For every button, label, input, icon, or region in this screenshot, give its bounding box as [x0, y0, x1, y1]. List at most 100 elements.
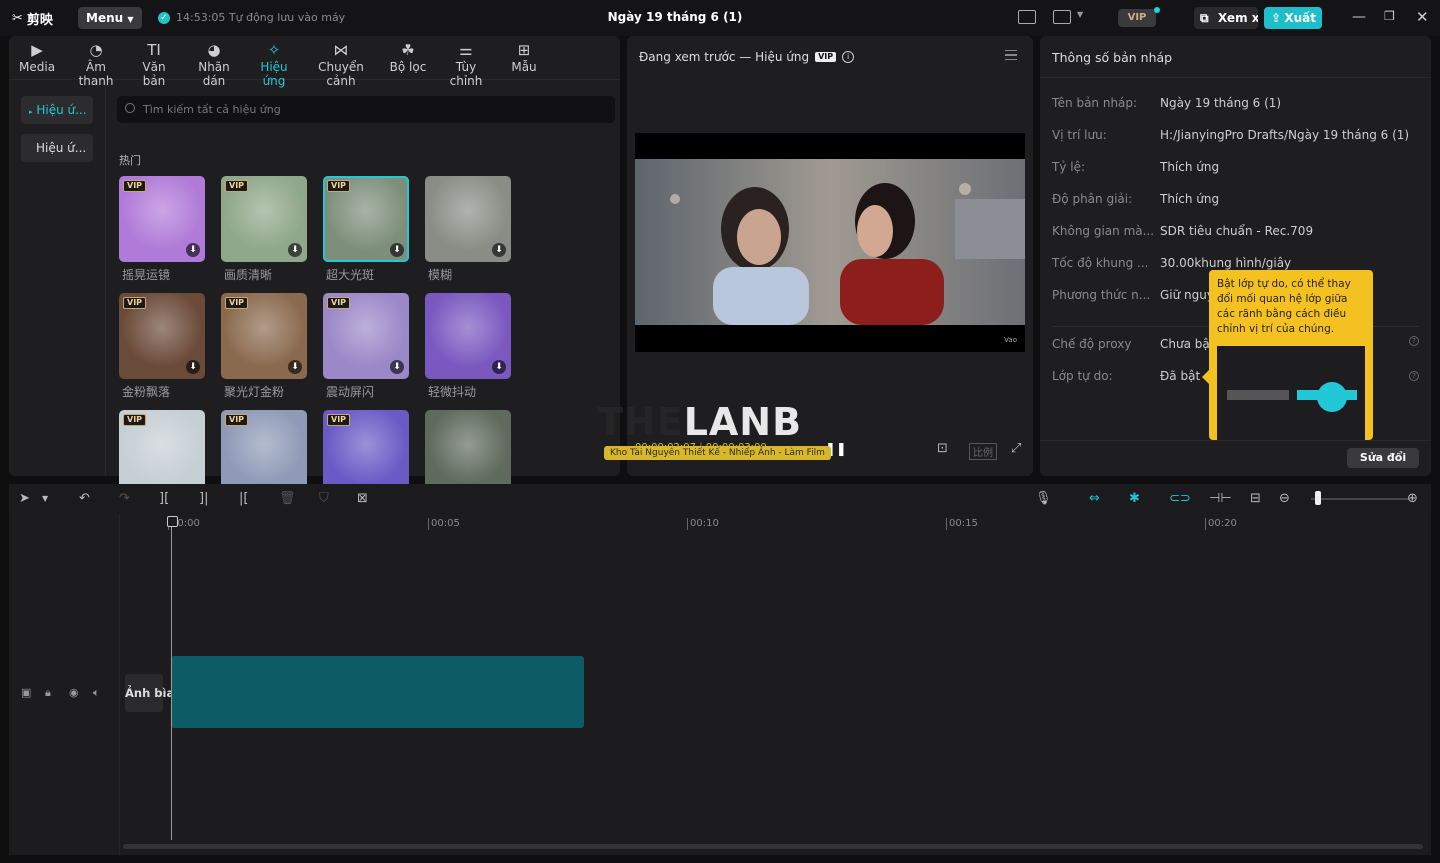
tab-template[interactable]: ⊞ Mẫu — [509, 40, 539, 74]
effect-thumbnail[interactable]: ⬇ — [425, 293, 511, 379]
split-icon[interactable]: ][ — [159, 491, 169, 507]
export-button[interactable]: ⇪ Xuất — [1264, 7, 1322, 29]
tab-transition[interactable]: ⋈ Chuyển cảnh — [306, 40, 376, 88]
playhead[interactable] — [167, 516, 178, 840]
tab-media[interactable]: ▶ Media — [19, 40, 55, 74]
cover-track-icon[interactable]: ▣ — [21, 686, 31, 699]
properties-header: Thông số bản nháp — [1040, 36, 1431, 78]
tab-filter[interactable]: ☘ Bộ lọc — [389, 40, 427, 74]
download-icon[interactable]: ⬇ — [390, 243, 404, 257]
subnav-effects-2[interactable]: Hiệu ứ... — [21, 134, 93, 162]
preview-axis-icon[interactable]: ⊟ — [1250, 491, 1261, 507]
select-cursor-icon[interactable]: ➤ — [19, 491, 30, 507]
help-icon[interactable]: ? — [1409, 336, 1419, 346]
ruler-tick: 00:15 — [946, 518, 978, 530]
title-bar: ✂ 剪映 Menu ▼ ✓ 14:53:05 Tự động lưu vào m… — [0, 0, 1440, 36]
zoom-in-icon[interactable]: ⊕ — [1407, 491, 1418, 507]
media-icon: ▶ — [31, 41, 43, 59]
property-label: Lớp tự do: — [1052, 369, 1113, 383]
text-icon: TI — [147, 41, 161, 59]
lanb-watermark-logo: THELANB — [597, 400, 802, 444]
layout-icon[interactable] — [1053, 10, 1071, 24]
zoom-out-icon[interactable]: ⊖ — [1279, 491, 1290, 507]
effect-label: 画质清晰 — [224, 268, 273, 282]
delete-icon[interactable]: 🗑 — [279, 491, 296, 507]
download-icon[interactable]: ⬇ — [390, 360, 404, 374]
undo-icon[interactable]: ↶ — [79, 491, 90, 507]
redo-icon[interactable]: ↷ — [119, 491, 130, 507]
effect-thumbnail[interactable]: VIP ⬇ — [221, 176, 307, 262]
effect-thumbnail[interactable]: VIP ⬇ — [323, 176, 409, 262]
effect-label: 模糊 — [428, 268, 453, 282]
effect-thumbnail[interactable]: VIP ⬇ — [119, 293, 205, 379]
magnet-icon[interactable]: ✱ — [1129, 491, 1140, 507]
effect-label: 震动屏闪 — [326, 385, 375, 399]
effect-thumbnail[interactable]: VIP ⬇ — [119, 176, 205, 262]
download-icon[interactable]: ⬇ — [186, 243, 200, 257]
chevron-down-icon[interactable]: ▼ — [42, 491, 48, 507]
tab-effects[interactable]: ✧ Hiệu ứng — [248, 40, 300, 88]
effect-thumbnail[interactable]: ⬇ — [425, 176, 511, 262]
search-input[interactable]: Tìm kiếm tất cả hiệu ứng — [117, 96, 615, 123]
effect-thumbnail[interactable]: VIP ⬇ — [221, 293, 307, 379]
vip-badge: VIP — [123, 180, 147, 192]
chevron-down-icon[interactable]: ▼ — [1077, 10, 1083, 19]
zoom-slider[interactable] — [1311, 498, 1409, 500]
split-screen-icon[interactable]: ⊣⊢ — [1209, 491, 1232, 507]
review-button[interactable]: ⧉ Xem xét — [1194, 7, 1258, 29]
cover-button[interactable]: Ảnh bìa — [125, 674, 174, 712]
minimize-icon[interactable]: — — [1352, 9, 1366, 25]
split-right-icon[interactable]: |[ — [239, 491, 248, 507]
video-clip[interactable] — [171, 656, 584, 728]
shield-icon[interactable]: ⛉ — [319, 491, 329, 507]
notification-dot — [1154, 7, 1160, 13]
subnav-effects-1[interactable]: ▸ Hiệu ứ... — [21, 96, 93, 124]
effect-label: 金粉飘落 — [122, 385, 171, 399]
search-placeholder: Tìm kiếm tất cả hiệu ứng — [143, 103, 281, 116]
download-icon[interactable]: ⬇ — [492, 360, 506, 374]
tab-label: Nhãn dán — [198, 60, 230, 88]
speaker-icon[interactable]: 🔈︎ — [93, 686, 100, 700]
keyboard-icon[interactable] — [1018, 10, 1036, 24]
video-scene-image — [635, 159, 1025, 325]
microphone-icon[interactable]: 🎙 — [1035, 491, 1052, 507]
search-icon — [125, 103, 135, 113]
effect-thumbnail[interactable]: VIP ⬇ — [323, 293, 409, 379]
screenshot-icon[interactable]: ⊡ — [937, 441, 948, 456]
download-icon[interactable]: ⬇ — [288, 243, 302, 257]
link-icon[interactable]: ⊂⊃ — [1169, 491, 1191, 507]
lock-icon[interactable]: 🔒︎ — [45, 686, 51, 700]
info-icon[interactable]: i — [842, 51, 855, 63]
tab-text[interactable]: TI Văn bản — [131, 40, 177, 88]
video-watermark: Vao — [1004, 336, 1017, 344]
auto-snap-icon[interactable]: ⇔ — [1089, 491, 1100, 507]
help-icon[interactable]: ? — [1409, 371, 1419, 381]
timeline-scrollbar[interactable] — [123, 844, 1423, 849]
fullscreen-icon[interactable]: ⤢ — [1011, 441, 1021, 456]
demo-track-bar — [1227, 390, 1289, 400]
media-tabs: ▶ Media ◔ Âm thanh TI Văn bản ◕ Nhãn dán ✧ Hi… — [9, 36, 620, 88]
timeline-ruler[interactable]: 00:00 00:05 00:10 00:15 00:20 — [120, 514, 1431, 534]
split-left-icon[interactable]: ]| — [199, 491, 208, 507]
property-label: Vị trí lưu: — [1052, 128, 1107, 142]
tab-adjust[interactable]: ⚌ Tùy chỉnh — [439, 40, 493, 88]
logo-text-light: LANB — [683, 400, 803, 444]
review-label: Xem xét — [1218, 11, 1258, 25]
zoom-slider-handle[interactable] — [1315, 491, 1321, 505]
eye-icon[interactable]: ◉ — [69, 686, 79, 699]
property-label: Tỷ lệ: — [1052, 160, 1086, 174]
download-icon[interactable]: ⬇ — [492, 243, 506, 257]
menu-icon[interactable] — [1005, 50, 1017, 60]
vip-badge[interactable]: VIP — [1118, 9, 1156, 27]
download-icon[interactable]: ⬇ — [288, 360, 302, 374]
restore-icon[interactable]: ❐ — [1384, 9, 1395, 23]
filter-icon: ☘ — [401, 41, 415, 59]
modify-button[interactable]: Sửa đổi — [1347, 448, 1419, 468]
download-icon[interactable]: ⬇ — [186, 360, 200, 374]
close-icon[interactable]: ✕ — [1416, 8, 1429, 26]
tab-sticker[interactable]: ◕ Nhãn dán — [187, 40, 241, 88]
video-player[interactable]: Vao — [635, 133, 1025, 352]
media-panel: ▶ Media ◔ Âm thanh TI Văn bản ◕ Nhãn dán ✧ Hi… — [9, 36, 620, 496]
ratio-button[interactable]: 比例 — [969, 443, 997, 460]
crop-icon[interactable]: ⊠ — [357, 491, 368, 507]
